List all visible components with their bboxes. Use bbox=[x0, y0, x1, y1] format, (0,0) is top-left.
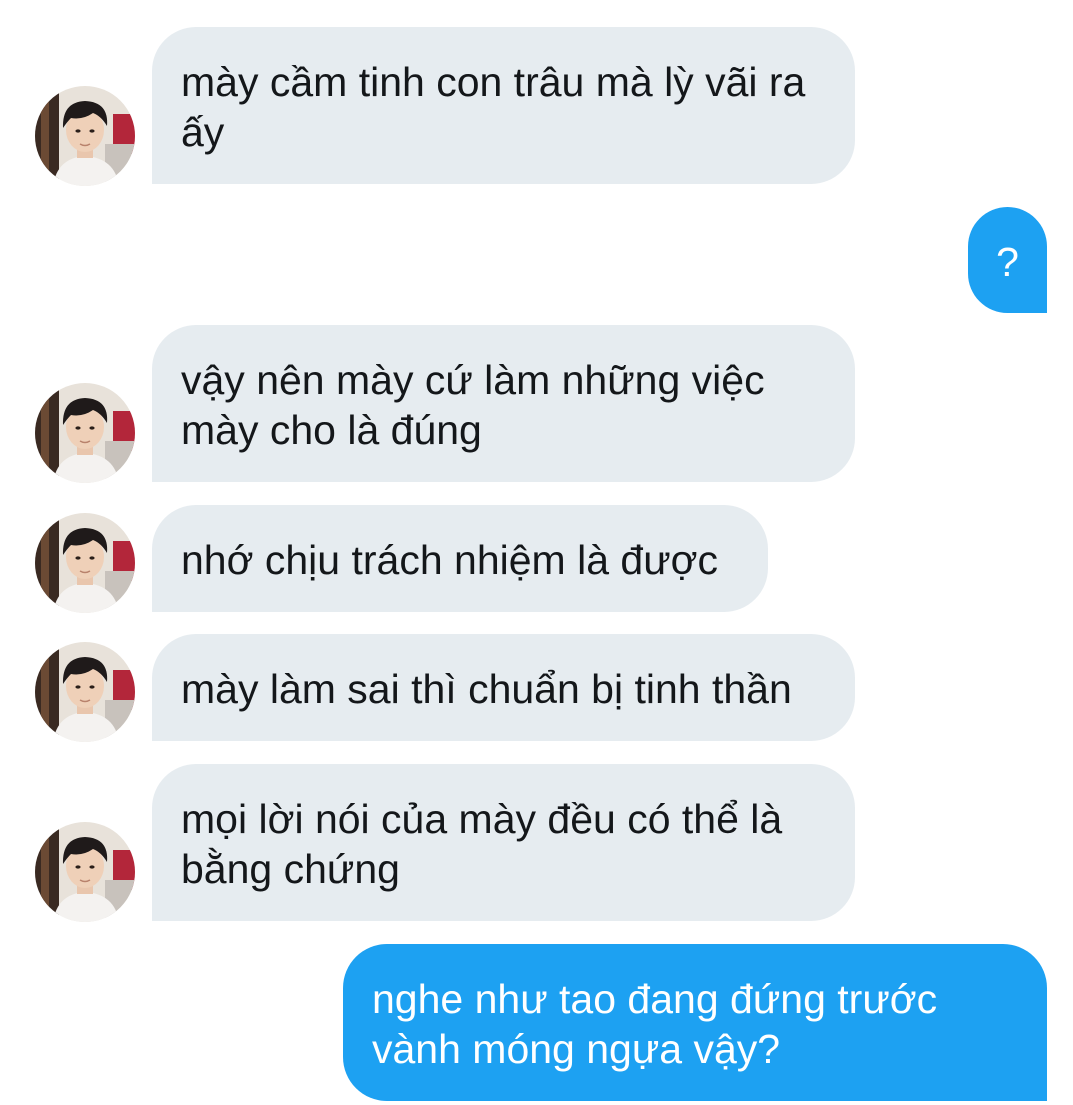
avatar-icon bbox=[35, 513, 135, 613]
message-bubble-outgoing[interactable]: ? bbox=[968, 207, 1047, 313]
message-bubble-incoming[interactable]: mọi lời nói của mày đều có thể là bằng c… bbox=[152, 764, 855, 921]
message-text: ? bbox=[996, 239, 1019, 285]
message-bubble-incoming[interactable]: vậy nên mày cứ làm những việc mày cho là… bbox=[152, 325, 855, 482]
avatar-icon bbox=[35, 822, 135, 922]
avatar[interactable] bbox=[35, 513, 135, 613]
message-text: mày cầm tinh con trâu mà lỳ vãi ra ấy bbox=[181, 59, 806, 155]
message-text: mọi lời nói của mày đều có thể là bằng c… bbox=[181, 796, 783, 892]
conversation-thread: mày cầm tinh con trâu mà lỳ vãi ra ấy ? … bbox=[0, 0, 1073, 1105]
avatar-icon bbox=[35, 86, 135, 186]
message-bubble-incoming[interactable]: nhớ chịu trách nhiệm là được bbox=[152, 505, 768, 612]
avatar[interactable] bbox=[35, 642, 135, 742]
message-text: vậy nên mày cứ làm những việc mày cho là… bbox=[181, 357, 765, 453]
message-bubble-incoming[interactable]: mày cầm tinh con trâu mà lỳ vãi ra ấy bbox=[152, 27, 855, 184]
avatar-icon bbox=[35, 383, 135, 483]
message-text: mày làm sai thì chuẩn bị tinh thần bbox=[181, 666, 792, 712]
message-text: nghe như tao đang đứng trước vành móng n… bbox=[372, 976, 938, 1072]
avatar[interactable] bbox=[35, 86, 135, 186]
message-bubble-outgoing[interactable]: nghe như tao đang đứng trước vành móng n… bbox=[343, 944, 1047, 1101]
avatar-icon bbox=[35, 642, 135, 742]
message-bubble-incoming[interactable]: mày làm sai thì chuẩn bị tinh thần bbox=[152, 634, 855, 741]
message-text: nhớ chịu trách nhiệm là được bbox=[181, 537, 719, 583]
avatar[interactable] bbox=[35, 822, 135, 922]
avatar[interactable] bbox=[35, 383, 135, 483]
